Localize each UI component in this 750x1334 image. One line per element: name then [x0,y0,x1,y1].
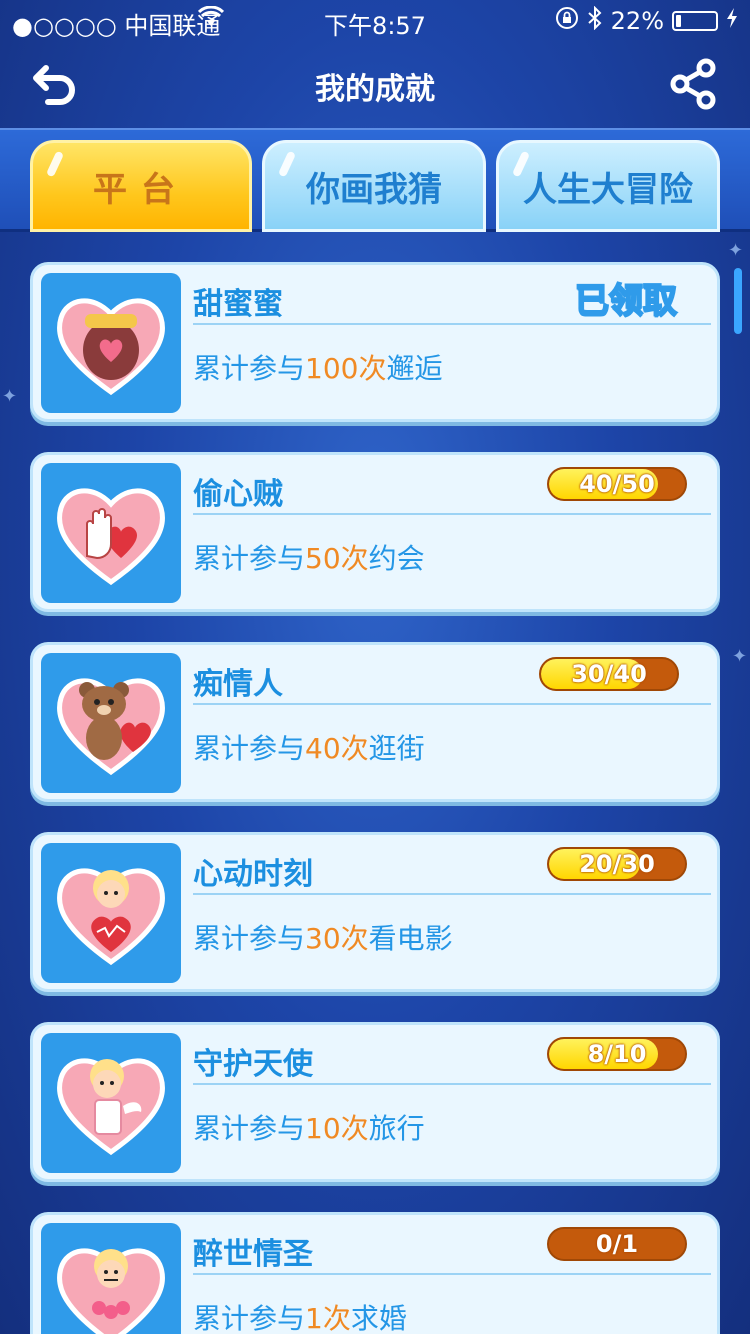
page-title: 我的成就 [315,72,435,107]
achievement-name: 醉世情圣 [193,1237,313,1272]
desc-suffix: 逛街 [368,732,425,765]
desc-prefix: 累计参与 [193,542,306,575]
battery-level [676,15,682,27]
progress-bar: 30/40 [539,657,679,691]
achievement-card[interactable]: 甜蜜蜜 已领取 累计参与100次邂逅 [30,262,720,422]
achievement-desc: 累计参与100次邂逅 [193,347,442,387]
hand-heart-icon [41,463,181,603]
honey-jar-heart-icon [41,273,181,413]
battery-icon [672,11,718,31]
achievement-name: 痴情人 [193,667,283,702]
tab-label: 平台 [93,169,189,210]
desc-count: 50次 [305,542,369,575]
desc-prefix: 累计参与 [193,732,306,765]
achievement-desc: 累计参与30次看电影 [193,917,453,957]
progress-bar: 0/1 [547,1227,687,1261]
achievement-desc: 累计参与10次旅行 [193,1107,425,1147]
tab-bar: 平台 你画我猜 人生大冒险 [0,128,750,232]
divider [193,513,711,515]
achievement-desc: 累计参与50次约会 [193,537,425,577]
tab-label: 人生大冒险 [523,169,693,210]
cupid-roses-heart-icon [41,1223,181,1334]
desc-count: 1次 [305,1302,351,1334]
desc-prefix: 累计参与 [193,352,306,385]
achievement-card[interactable]: 偷心贼 40/50 累计参与50次约会 [30,452,720,612]
achievement-name: 守护天使 [193,1047,313,1082]
claimed-badge: 已领取 [574,280,678,322]
desc-count: 100次 [305,352,387,385]
gloss-highlight [45,150,65,178]
achievement-name: 偷心贼 [193,477,283,512]
progress-label: 0/1 [595,1230,639,1258]
achievement-card[interactable]: 守护天使 8/10 累计参与10次旅行 [30,1022,720,1182]
progress-bar: 40/50 [547,467,687,501]
bluetooth-icon [587,5,603,36]
desc-suffix: 邂逅 [386,352,443,385]
desc-prefix: 累计参与 [193,922,306,955]
progress-label: 20/30 [579,850,655,878]
angel-heart-icon [41,1033,181,1173]
divider [193,323,711,325]
status-right: 22% [555,5,738,36]
bear-heart-icon [41,653,181,793]
desc-suffix: 看电影 [368,922,453,955]
progress-bar: 8/10 [547,1037,687,1071]
achievement-card[interactable]: 痴情人 30/40 累计参与40次逛街 [30,642,720,802]
share-icon[interactable] [666,56,722,112]
progress-bar: 20/30 [547,847,687,881]
desc-count: 40次 [305,732,369,765]
nav-bar: 我的成就 [0,40,750,128]
divider [193,1273,711,1275]
tab-draw-guess[interactable]: 你画我猜 [262,140,486,232]
achievement-card[interactable]: 心动时刻 20/30 累计参与30次看电影 [30,832,720,992]
battery-percent: 22% [610,7,664,35]
achievement-list[interactable]: 甜蜜蜜 已领取 累计参与100次邂逅 偷心贼 40/50 累计参与50次约会 痴… [0,232,750,1334]
desc-suffix: 旅行 [368,1112,425,1145]
divider [193,703,711,705]
cupid-heart-icon [41,843,181,983]
achievement-desc: 累计参与1次求婚 [193,1297,407,1334]
charging-icon [726,7,738,35]
desc-prefix: 累计参与 [193,1112,306,1145]
desc-suffix: 求婚 [350,1302,407,1334]
rotation-lock-icon [555,6,579,36]
divider [193,893,711,895]
tab-label: 你画我猜 [306,169,442,210]
tab-platform[interactable]: 平台 [30,140,252,232]
divider [193,1083,711,1085]
achievement-name: 心动时刻 [193,857,313,892]
progress-label: 30/40 [571,660,647,688]
progress-label: 8/10 [587,1040,647,1068]
status-bar: ●○○○○ 中国联通 下午8:57 22% [0,0,750,40]
desc-prefix: 累计参与 [193,1302,306,1334]
achievement-desc: 累计参与40次逛街 [193,727,425,767]
achievement-card[interactable]: 醉世情圣 0/1 累计参与1次求婚 [30,1212,720,1334]
desc-count: 30次 [305,922,369,955]
gloss-highlight [277,150,297,178]
achievement-name: 甜蜜蜜 [193,287,283,322]
progress-label: 40/50 [579,470,655,498]
tab-life-adventure[interactable]: 人生大冒险 [496,140,720,232]
desc-suffix: 约会 [368,542,425,575]
desc-count: 10次 [305,1112,369,1145]
